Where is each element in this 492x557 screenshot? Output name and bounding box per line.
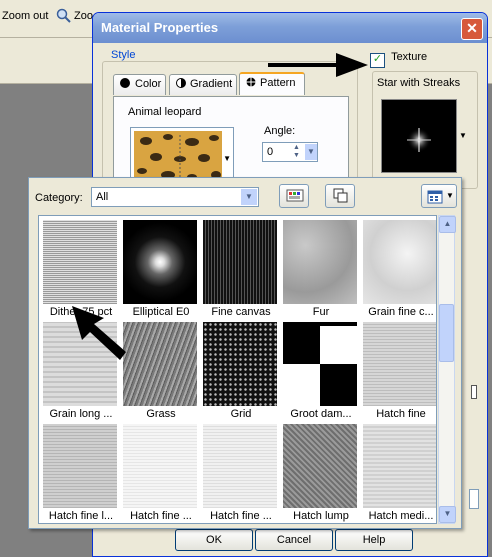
tab-gradient[interactable]: Gradient (169, 74, 237, 95)
pattern-label: Dither 75 pct (49, 306, 113, 318)
category-select[interactable]: All ▼ (91, 187, 259, 207)
side-button[interactable] (469, 489, 479, 509)
angle-label: Angle: (264, 125, 296, 137)
tab-pattern-label: Pattern (260, 77, 296, 89)
pattern-swatch[interactable]: Elliptical E0 (121, 218, 201, 320)
tab-color[interactable]: Color (113, 74, 166, 95)
close-icon[interactable]: ✕ (461, 18, 483, 40)
pattern-swatch[interactable]: Grain fine c... (361, 218, 436, 320)
cancel-button[interactable]: Cancel (255, 529, 333, 551)
pattern-thumbnail (203, 424, 277, 508)
pattern-label: Hatch fine ... (210, 510, 272, 522)
pattern-icon (246, 77, 256, 87)
ok-button[interactable]: OK (175, 529, 253, 551)
dialog-titlebar: Material Properties ✕ (93, 13, 487, 43)
pattern-thumbnail (283, 424, 357, 508)
pattern-swatch[interactable]: Grid (201, 320, 281, 422)
pattern-thumbnail (283, 322, 357, 406)
pattern-label: Hatch fine ... (130, 510, 192, 522)
pattern-thumbnail (363, 220, 436, 304)
pattern-swatch[interactable]: Hatch fine ... (121, 422, 201, 523)
texture-dropdown-icon[interactable]: ▼ (459, 131, 467, 140)
pattern-swatch[interactable]: Hatch fine ... (201, 422, 281, 523)
pattern-label: Grass (146, 408, 176, 420)
style-group-label: Style (108, 49, 139, 61)
texture-preview[interactable] (381, 99, 457, 173)
pattern-label: Hatch fine l... (48, 510, 114, 522)
chevron-down-icon: ▼ (446, 191, 454, 200)
texture-label: Texture (391, 51, 428, 63)
pattern-thumbnail (283, 220, 357, 304)
tab-pattern[interactable]: Pattern (239, 72, 305, 95)
pattern-label: Fur (312, 306, 330, 318)
zoom-in-icon[interactable] (56, 8, 72, 27)
pattern-label: Grain long ... (49, 408, 113, 420)
angle-value: 0 (267, 146, 274, 158)
pattern-label: Hatch fine (376, 408, 426, 420)
pattern-list-scrollbar[interactable]: ▲ ▼ (438, 215, 456, 524)
zoom-in-button[interactable]: Zoo (74, 10, 93, 22)
angle-input[interactable]: 0 ▲ ▼ ▼ (262, 142, 318, 162)
tab-gradient-label: Gradient (190, 78, 233, 90)
pattern-label: Hatch lump (293, 510, 349, 522)
pattern-label: Groot dam... (290, 408, 352, 420)
palette-icon (286, 189, 304, 202)
chevron-down-icon[interactable]: ▼ (241, 189, 257, 205)
pattern-thumbnail (123, 220, 197, 304)
pattern-thumbnail (203, 220, 277, 304)
pattern-chooser-popup: Category: All ▼ ▼ Dither 75 pct Elliptica… (28, 177, 462, 529)
pattern-swatch[interactable]: Fine canvas (201, 218, 281, 320)
palette-options-button[interactable] (279, 184, 309, 208)
pattern-name: Animal leopard (128, 106, 202, 118)
pattern-swatch[interactable]: Hatch fine (361, 320, 436, 422)
pattern-swatch[interactable]: Grass (121, 320, 201, 422)
pattern-thumbnail (203, 322, 277, 406)
pattern-dropdown-icon[interactable]: ▼ (223, 154, 231, 163)
pattern-thumbnail (363, 424, 436, 508)
category-label: Category: (35, 192, 83, 204)
pattern-label: Elliptical E0 (132, 306, 190, 318)
pattern-label: Hatch medi... (368, 510, 434, 522)
pattern-thumbnail (123, 322, 197, 406)
view-options-button[interactable]: ▼ (421, 184, 457, 208)
pattern-label: Grid (230, 408, 252, 420)
help-button[interactable]: Help (335, 529, 413, 551)
chevron-down-icon[interactable]: ▼ (305, 144, 317, 160)
copy-pattern-button[interactable] (325, 184, 355, 208)
pattern-thumbnail (43, 220, 117, 304)
texture-name: Star with Streaks (377, 77, 461, 89)
pattern-swatch[interactable]: Fur (281, 218, 361, 320)
gradient-icon (176, 78, 186, 88)
zoom-out-button[interactable]: Zoom out (2, 10, 48, 22)
copy-icon (333, 188, 348, 203)
pattern-thumbnail (123, 424, 197, 508)
texture-checkbox-row[interactable]: ✓ Texture (370, 51, 427, 68)
pattern-swatch[interactable]: Groot dam... (281, 320, 361, 422)
category-value: All (96, 191, 109, 203)
pattern-swatch[interactable]: Dither 75 pct (41, 218, 121, 320)
side-control[interactable] (471, 385, 477, 399)
pattern-label: Grain fine c... (368, 306, 434, 318)
pattern-thumbnail (43, 424, 117, 508)
scroll-thumb[interactable] (439, 304, 454, 362)
scroll-up-button[interactable]: ▲ (439, 216, 456, 233)
pattern-swatch[interactable]: Hatch fine l... (41, 422, 121, 523)
texture-checkbox[interactable]: ✓ (370, 53, 385, 68)
tab-color-label: Color (135, 78, 162, 90)
pattern-swatch[interactable]: Hatch lump (281, 422, 361, 523)
pattern-thumbnail (363, 322, 436, 406)
color-icon (120, 78, 130, 88)
pattern-label: Fine canvas (211, 306, 271, 318)
pattern-thumbnail (43, 322, 117, 406)
angle-spinner[interactable]: ▲ ▼ (293, 144, 303, 160)
pattern-swatch[interactable]: Grain long ... (41, 320, 121, 422)
pattern-swatch[interactable]: Hatch medi... (361, 422, 436, 523)
pattern-swatch-grid: Dither 75 pct Elliptical E0 Fine canvas Fur… (38, 215, 437, 524)
star-texture-thumbnail (407, 128, 431, 152)
dialog-title: Material Properties (101, 20, 219, 35)
view-grid-icon (427, 190, 443, 204)
scroll-down-button[interactable]: ▼ (439, 506, 456, 523)
